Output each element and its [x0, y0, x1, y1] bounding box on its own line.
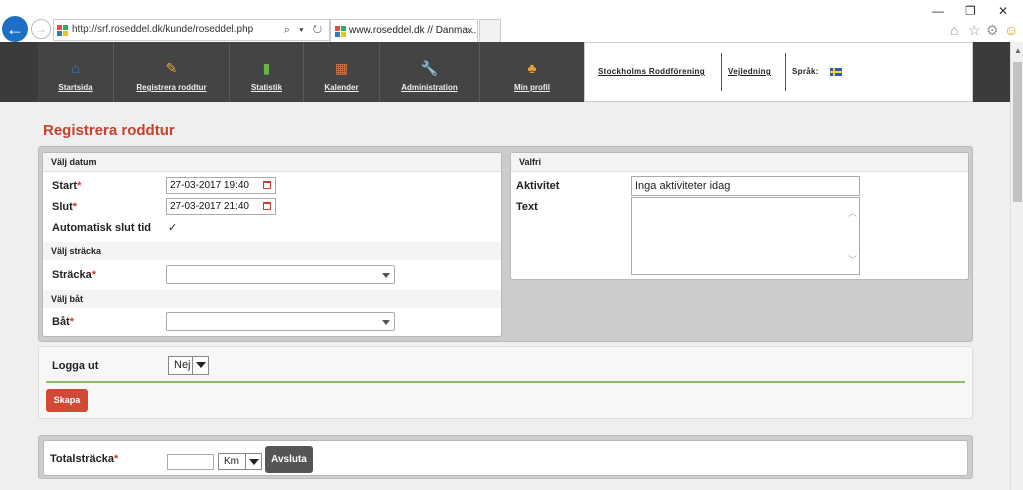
- logout-value: Nej: [174, 359, 191, 371]
- settings-gear-icon[interactable]: ⚙: [986, 22, 999, 39]
- chevron-down-icon: [192, 357, 208, 374]
- help-link[interactable]: Vejledning: [728, 67, 771, 76]
- text-area[interactable]: ︿ ﹀: [631, 197, 860, 275]
- nav-item-registrera-roddtur[interactable]: ✎ Registrera roddtur: [114, 42, 230, 102]
- tab-title: www.roseddel.dk // Danma...: [349, 25, 477, 36]
- auto-end-checkbox[interactable]: ✓: [168, 223, 179, 234]
- route-header: Välj sträcka: [43, 242, 501, 260]
- create-button[interactable]: Skapa: [46, 389, 88, 412]
- total-section: Totalsträcka* Km Avsluta: [38, 435, 973, 479]
- section-divider: [46, 381, 965, 383]
- total-distance-label: Totalsträcka*: [50, 453, 119, 465]
- forward-arrow-icon[interactable]: →: [31, 19, 51, 39]
- calendar-icon[interactable]: [263, 202, 271, 210]
- wrench-icon: 🔧: [420, 60, 439, 76]
- optional-header: Valfri: [511, 153, 968, 172]
- nav-label: Statistik: [250, 83, 283, 92]
- profile-icon: ♣: [527, 60, 537, 76]
- chevron-down-icon: [382, 273, 390, 278]
- nav-label: Administration: [401, 83, 458, 92]
- nav-item-administration[interactable]: 🔧 Administration: [380, 42, 480, 102]
- total-panel: Totalsträcka* Km Avsluta: [43, 440, 968, 476]
- pencil-icon: ✎: [165, 60, 178, 76]
- scroll-down-icon[interactable]: ﹀: [848, 253, 857, 266]
- form-container: Välj datum Start* 27-03-2017 19:40 Slut*…: [38, 146, 973, 342]
- text-label: Text: [516, 201, 538, 213]
- new-tab-button[interactable]: [479, 19, 501, 42]
- activity-input[interactable]: Inga aktiviteter idag: [631, 176, 860, 196]
- address-bar[interactable]: http://srf.roseddel.dk/kunde/roseddel.ph…: [53, 19, 330, 41]
- total-distance-input[interactable]: [167, 454, 214, 470]
- close-window-icon[interactable]: ✕: [998, 4, 1008, 18]
- boat-header: Välj båt: [43, 290, 501, 308]
- nav-label: Registrera roddtur: [136, 83, 207, 92]
- address-tools-icon[interactable]: ⌕ ▾ ↻: [284, 20, 325, 40]
- page-scrollbar[interactable]: ▲: [1010, 42, 1023, 490]
- boat-label: Båt*: [52, 316, 75, 328]
- scrollbar-thumb[interactable]: [1013, 62, 1022, 202]
- browser-chrome: ← → http://srf.roseddel.dk/kunde/rosedde…: [0, 0, 1023, 42]
- nav-item-min-profil[interactable]: ♣ Min profil: [480, 42, 584, 102]
- activity-label: Aktivitet: [516, 180, 560, 192]
- textarea-scrollbar[interactable]: ︿ ﹀: [845, 198, 859, 274]
- house-icon: ⌂: [71, 60, 80, 76]
- scroll-up-icon[interactable]: ︿: [848, 206, 857, 219]
- feedback-smiley-icon[interactable]: ☺: [1004, 22, 1018, 38]
- end-value: 27-03-2017 21:40: [170, 201, 249, 212]
- finish-button[interactable]: Avsluta: [265, 446, 313, 473]
- swedish-flag-icon[interactable]: [830, 68, 842, 76]
- divider: [785, 53, 786, 91]
- minimize-icon[interactable]: —: [932, 4, 944, 18]
- top-right-links: Stockholms Roddförening Vejledning Språk…: [584, 42, 973, 102]
- unit-select[interactable]: Km: [218, 453, 262, 470]
- back-arrow-icon[interactable]: ←: [2, 16, 28, 42]
- page-content: Registrera roddtur Välj datum Start* 27-…: [0, 102, 1010, 490]
- scroll-up-icon[interactable]: ▲: [1014, 46, 1022, 55]
- home-icon[interactable]: ⌂: [950, 22, 958, 38]
- favorites-star-icon[interactable]: ☆: [968, 22, 981, 39]
- end-datetime-input[interactable]: 27-03-2017 21:40: [166, 198, 276, 215]
- divider: [721, 53, 722, 91]
- tab-favicon-icon: [335, 26, 346, 37]
- route-select[interactable]: [166, 265, 395, 284]
- route-label: Sträcka*: [52, 269, 97, 281]
- nav-label: Kalender: [324, 83, 359, 92]
- date-panel: Välj datum Start* 27-03-2017 19:40 Slut*…: [42, 152, 502, 337]
- nav-label: Startsida: [58, 83, 93, 92]
- calendar-icon[interactable]: [263, 181, 271, 189]
- site-favicon-icon: [57, 25, 68, 36]
- chevron-down-icon: [245, 454, 261, 469]
- unit-value: Km: [224, 456, 239, 467]
- optional-panel: Valfri Aktivitet Inga aktiviteter idag T…: [510, 152, 969, 280]
- nav-item-kalender[interactable]: ▦ Kalender: [304, 42, 380, 102]
- nav-item-statistik[interactable]: ▮ Statistik: [230, 42, 304, 102]
- club-link[interactable]: Stockholms Roddförening: [598, 67, 705, 76]
- logout-section: Logga ut Nej Skapa: [38, 346, 973, 419]
- start-label: Start*: [52, 180, 82, 192]
- date-header: Välj datum: [43, 153, 501, 172]
- tab-close-icon[interactable]: ×: [467, 20, 473, 42]
- page-title: Registrera roddtur: [43, 122, 175, 139]
- nav-item-startsida[interactable]: ⌂ Startsida: [38, 42, 114, 102]
- logout-label: Logga ut: [52, 360, 99, 372]
- language-label: Språk:: [792, 67, 819, 76]
- address-text: http://srf.roseddel.dk/kunde/roseddel.ph…: [72, 24, 254, 35]
- boat-select[interactable]: [166, 312, 395, 331]
- restore-icon[interactable]: ❐: [965, 4, 976, 18]
- calendar-icon: ▦: [334, 60, 349, 76]
- nav-label: Min profil: [514, 83, 550, 92]
- logout-select[interactable]: Nej: [168, 356, 209, 375]
- bar-chart-icon: ▮: [262, 60, 271, 76]
- end-label: Slut*: [52, 201, 78, 213]
- start-datetime-input[interactable]: 27-03-2017 19:40: [166, 177, 276, 194]
- start-value: 27-03-2017 19:40: [170, 180, 249, 191]
- chevron-down-icon: [382, 320, 390, 325]
- auto-end-label: Automatisk slut tid: [52, 222, 152, 234]
- main-menu: ⌂ Startsida ✎ Registrera roddtur ▮ Stati…: [38, 42, 584, 102]
- browser-tab[interactable]: www.roseddel.dk // Danma... ×: [330, 19, 478, 42]
